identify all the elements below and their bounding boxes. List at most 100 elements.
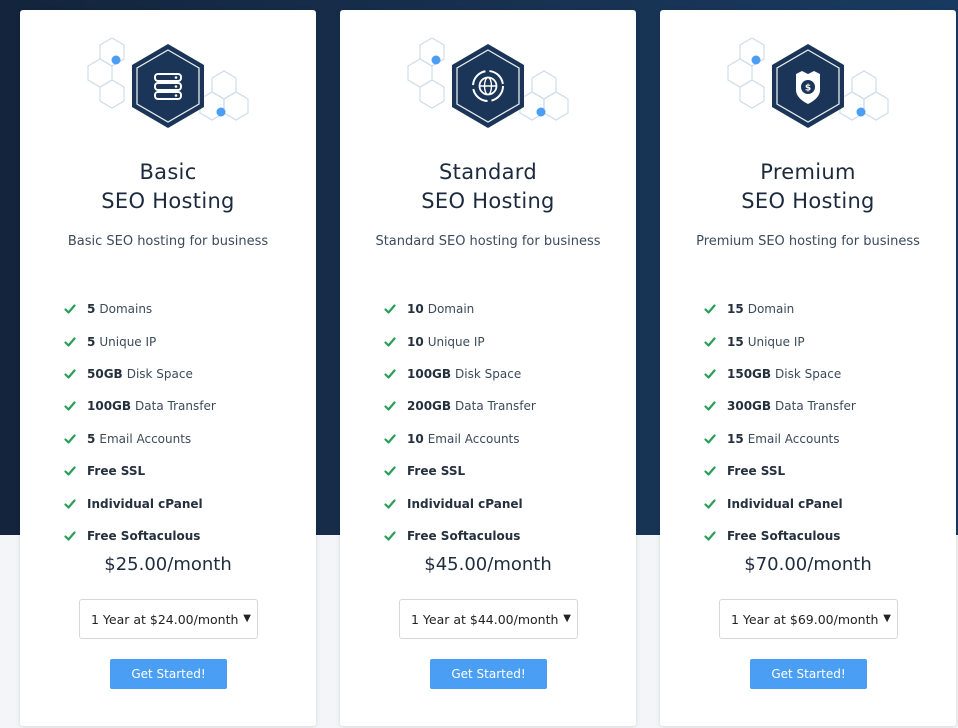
plan-title: Premium SEO Hosting — [741, 160, 875, 213]
feature-item: Free Softaculous — [384, 520, 536, 552]
plan-title: Basic SEO Hosting — [101, 160, 235, 213]
feature-list: 10 Domain 10 Unique IP 100GB Disk Space 200GB D… — [384, 293, 536, 552]
checkmark-icon — [384, 336, 396, 347]
feature-label: Domain — [427, 302, 475, 317]
feature-label: Data Transfer — [775, 399, 856, 414]
feature-item: 150GB Disk Space — [704, 358, 856, 390]
feature-item: 50GB Disk Space — [64, 358, 216, 390]
billing-cycle-select[interactable]: 1 Year at $44.00/month ▼ — [399, 599, 578, 639]
feature-item: 200GB Data Transfer — [384, 390, 536, 422]
feature-value: Free SSL — [727, 464, 786, 479]
feature-label: Disk Space — [775, 366, 842, 381]
feature-value: 200GB — [407, 399, 452, 414]
feature-value: Free Softaculous — [87, 528, 201, 543]
feature-item: 100GB Data Transfer — [64, 390, 216, 422]
plan-price: $45.00/month — [424, 554, 552, 575]
plan-card-standard: Standard SEO Hosting Standard SEO hostin… — [340, 10, 636, 726]
plan-icon-area — [340, 38, 636, 148]
checkmark-icon — [384, 401, 396, 411]
plan-subtitle: Premium SEO hosting for business — [696, 234, 920, 249]
billing-cycle-select[interactable]: 1 Year at $24.00/month ▼ — [79, 599, 258, 639]
feature-value: 10 — [407, 302, 424, 317]
feature-item: Individual cPanel — [64, 487, 216, 519]
plan-icon-area: $ — [660, 38, 956, 148]
checkmark-icon — [704, 369, 716, 379]
checkmark-icon — [64, 401, 76, 411]
checkmark-icon — [384, 304, 396, 314]
feature-label: Domains — [99, 302, 153, 317]
checkmark-icon — [384, 498, 396, 509]
feature-value: 150GB — [727, 366, 772, 381]
feature-value: 10 — [407, 334, 424, 349]
billing-cycle-select[interactable]: 1 Year at $69.00/month ▼ — [719, 599, 898, 639]
feature-item: 10 Unique IP — [384, 325, 536, 357]
plan-subtitle: Standard SEO hosting for business — [375, 234, 601, 249]
chevron-down-icon: ▼ — [883, 613, 891, 624]
feature-value: Free SSL — [407, 464, 466, 479]
feature-label: Data Transfer — [135, 399, 216, 414]
server-rack-icon — [87, 38, 249, 128]
feature-value: 5 — [87, 431, 96, 446]
feature-item: Free Softaculous — [64, 520, 216, 552]
checkmark-icon — [384, 434, 396, 444]
get-started-button[interactable]: Get Started! — [430, 659, 547, 689]
feature-value: Individual cPanel — [407, 496, 523, 511]
svg-text:$: $ — [805, 84, 811, 94]
checkmark-icon — [64, 336, 76, 347]
feature-list: 5 Domains 5 Unique IP 50GB Disk Space 100GB Dat… — [64, 293, 216, 552]
checkmark-icon — [704, 434, 716, 444]
billing-cycle-value: 1 Year at $24.00/month — [91, 611, 239, 627]
checkmark-icon — [704, 466, 716, 476]
get-started-button[interactable]: Get Started! — [110, 659, 227, 689]
checkmark-icon — [64, 369, 76, 379]
chevron-down-icon: ▼ — [563, 613, 571, 624]
feature-list: 15 Domain 15 Unique IP 150GB Disk Space 300GB D… — [704, 293, 856, 552]
checkmark-icon — [384, 369, 396, 379]
feature-value: 5 — [87, 302, 96, 317]
feature-item: Free SSL — [704, 455, 856, 487]
billing-cycle-value: 1 Year at $44.00/month — [411, 611, 559, 627]
plan-card-basic: Basic SEO Hosting Basic SEO hosting for … — [20, 10, 316, 726]
feature-item: 10 Domain — [384, 293, 536, 325]
checkmark-icon — [704, 304, 716, 314]
billing-cycle-value: 1 Year at $69.00/month — [731, 611, 879, 627]
feature-item: Individual cPanel — [704, 487, 856, 519]
feature-value: 50GB — [87, 366, 123, 381]
feature-value: 100GB — [407, 366, 452, 381]
feature-item: 15 Unique IP — [704, 325, 856, 357]
plan-icon-area — [20, 38, 316, 148]
feature-value: 15 — [727, 334, 744, 349]
get-started-button[interactable]: Get Started! — [750, 659, 867, 689]
checkmark-icon — [64, 304, 76, 314]
checkmark-icon — [704, 336, 716, 347]
feature-value: Individual cPanel — [727, 496, 843, 511]
feature-value: 100GB — [87, 399, 132, 414]
feature-value: 10 — [407, 431, 424, 446]
plan-card-premium: $ Premium SEO Hosting Premium SEO hostin… — [660, 10, 956, 726]
checkmark-icon — [64, 498, 76, 509]
plan-subtitle: Basic SEO hosting for business — [67, 234, 269, 249]
checkmark-icon — [64, 531, 76, 541]
money-shield-icon: $ — [727, 38, 889, 128]
feature-label: Disk Space — [126, 366, 193, 381]
feature-value: 15 — [727, 431, 744, 446]
feature-item: Free SSL — [64, 455, 216, 487]
plan-price: $70.00/month — [744, 554, 872, 575]
checkmark-icon — [704, 401, 716, 411]
feature-item: 5 Domains — [64, 293, 216, 325]
plan-title: Standard SEO Hosting — [421, 160, 555, 213]
feature-item: 15 Email Accounts — [704, 423, 856, 455]
feature-item: 15 Domain — [704, 293, 856, 325]
checkmark-icon — [64, 466, 76, 476]
feature-label: Unique IP — [427, 334, 485, 349]
feature-value: 5 — [87, 334, 96, 349]
feature-label: Email Accounts — [427, 431, 520, 446]
checkmark-icon — [384, 466, 396, 476]
chevron-down-icon: ▼ — [243, 613, 251, 624]
feature-label: Unique IP — [747, 334, 805, 349]
feature-value: 15 — [727, 302, 744, 317]
checkmark-icon — [384, 531, 396, 541]
feature-item: 10 Email Accounts — [384, 423, 536, 455]
feature-label: Email Accounts — [99, 431, 192, 446]
checkmark-icon — [704, 531, 716, 541]
